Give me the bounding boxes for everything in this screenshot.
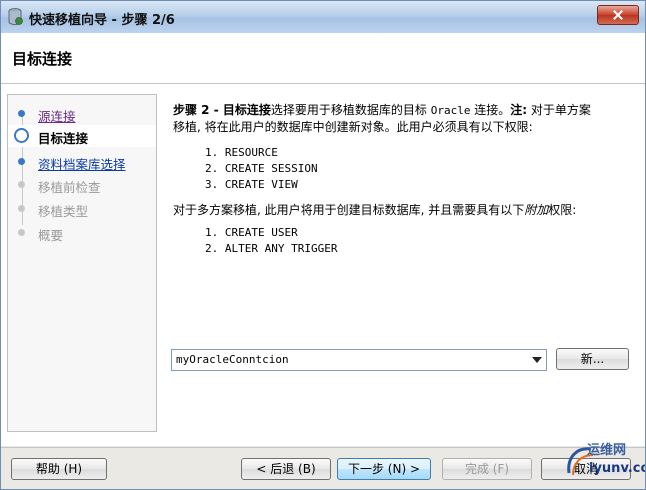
nav-label[interactable]: 资料档案库选择 — [38, 154, 126, 173]
nav-label[interactable]: 源连接 — [38, 106, 76, 125]
intro-text-line2: 移植, 将在此用户的数据库中创建新对象。此用户必须具有以下权限: — [173, 120, 533, 134]
wizard-window: 快速移植向导 - 步骤 2/6 目标连接 源连接 目标连接 资料档案库选择 移植… — [0, 0, 646, 490]
chevron-down-icon[interactable] — [532, 357, 542, 363]
multi-schema-text: 对于多方案移植, 此用户将用于创建目标数据库, 并且需要具有以下附加权限: — [173, 201, 576, 218]
step-dot-icon — [18, 181, 25, 188]
step-dot-icon — [18, 158, 25, 165]
connection-select[interactable]: myOracleConntcion — [171, 349, 547, 371]
note-label: 注: — [510, 103, 528, 117]
nav-label: 移植类型 — [38, 204, 89, 219]
privilege-item: 3. CREATE VIEW — [205, 178, 298, 191]
multi-italic-text: 附加 — [524, 203, 549, 217]
connection-select-value: myOracleConntcion — [176, 353, 289, 366]
nav-item-target-connection[interactable]: 目标连接 — [8, 125, 156, 147]
step-description: 步骤 2 - 目标连接选择要用于移植数据库的目标 Oracle 连接。注: 对于… — [173, 102, 633, 136]
intro-text: 选择要用于移植数据库的目标 — [270, 103, 431, 117]
new-connection-button[interactable]: 新... — [556, 348, 629, 370]
nav-item-pre-migration-check: 移植前检查 — [8, 174, 156, 196]
multi-text: 对于多方案移植, 此用户将用于创建目标数据库, 并且需要具有以下 — [173, 203, 525, 217]
watermark-logo: 运维网 iyunv.com — [565, 439, 645, 483]
privilege-item: 1. RESOURCE — [205, 146, 278, 159]
close-button[interactable] — [597, 5, 639, 25]
nav-item-repository-selection[interactable]: 资料档案库选择 — [8, 151, 156, 173]
nav-label: 移植前检查 — [38, 180, 101, 195]
nav-item-summary: 概要 — [8, 222, 156, 244]
finish-button: 完成 (F) — [442, 458, 532, 480]
back-button[interactable]: < 后退 (B) — [241, 458, 331, 480]
page-title: 目标连接 — [12, 50, 73, 68]
nav-item-migration-type: 移植类型 — [8, 198, 156, 220]
multi-text: 权限: — [548, 203, 577, 217]
watermark-text: 运维网 — [587, 443, 627, 458]
help-button[interactable]: 帮助 (H) — [11, 458, 107, 480]
wizard-body: 源连接 目标连接 资料档案库选择 移植前检查 移植类型 概要 步骤 2 - 目标… — [1, 84, 645, 446]
oracle-term: Oracle — [430, 104, 471, 117]
step-dot-icon — [18, 110, 25, 117]
database-app-icon — [8, 8, 23, 25]
step-dot-icon — [18, 205, 25, 212]
nav-label: 概要 — [38, 228, 64, 243]
intro-text: 连接。 — [470, 103, 511, 117]
privilege-item: 2. CREATE SESSION — [205, 162, 318, 175]
step-navigation: 源连接 目标连接 资料档案库选择 移植前检查 移植类型 概要 — [7, 94, 157, 432]
privilege-item: 2. ALTER ANY TRIGGER — [205, 242, 338, 255]
page-header: 目标连接 — [1, 33, 645, 84]
step-heading: 步骤 2 - 目标连接 — [173, 103, 271, 117]
title-bar: 快速移植向导 - 步骤 2/6 — [1, 1, 645, 33]
nav-label: 目标连接 — [38, 131, 89, 146]
nav-item-source-connection[interactable]: 源连接 — [8, 103, 156, 125]
current-step-icon — [14, 128, 29, 143]
step-dot-icon — [18, 229, 25, 236]
watermark-text: iyunv.com — [589, 461, 645, 476]
window-title: 快速移植向导 - 步骤 2/6 — [29, 13, 175, 28]
privilege-item: 1. CREATE USER — [205, 226, 298, 239]
next-button[interactable]: 下一步 (N) > — [337, 458, 431, 480]
intro-text: 对于单方案 — [527, 103, 591, 117]
